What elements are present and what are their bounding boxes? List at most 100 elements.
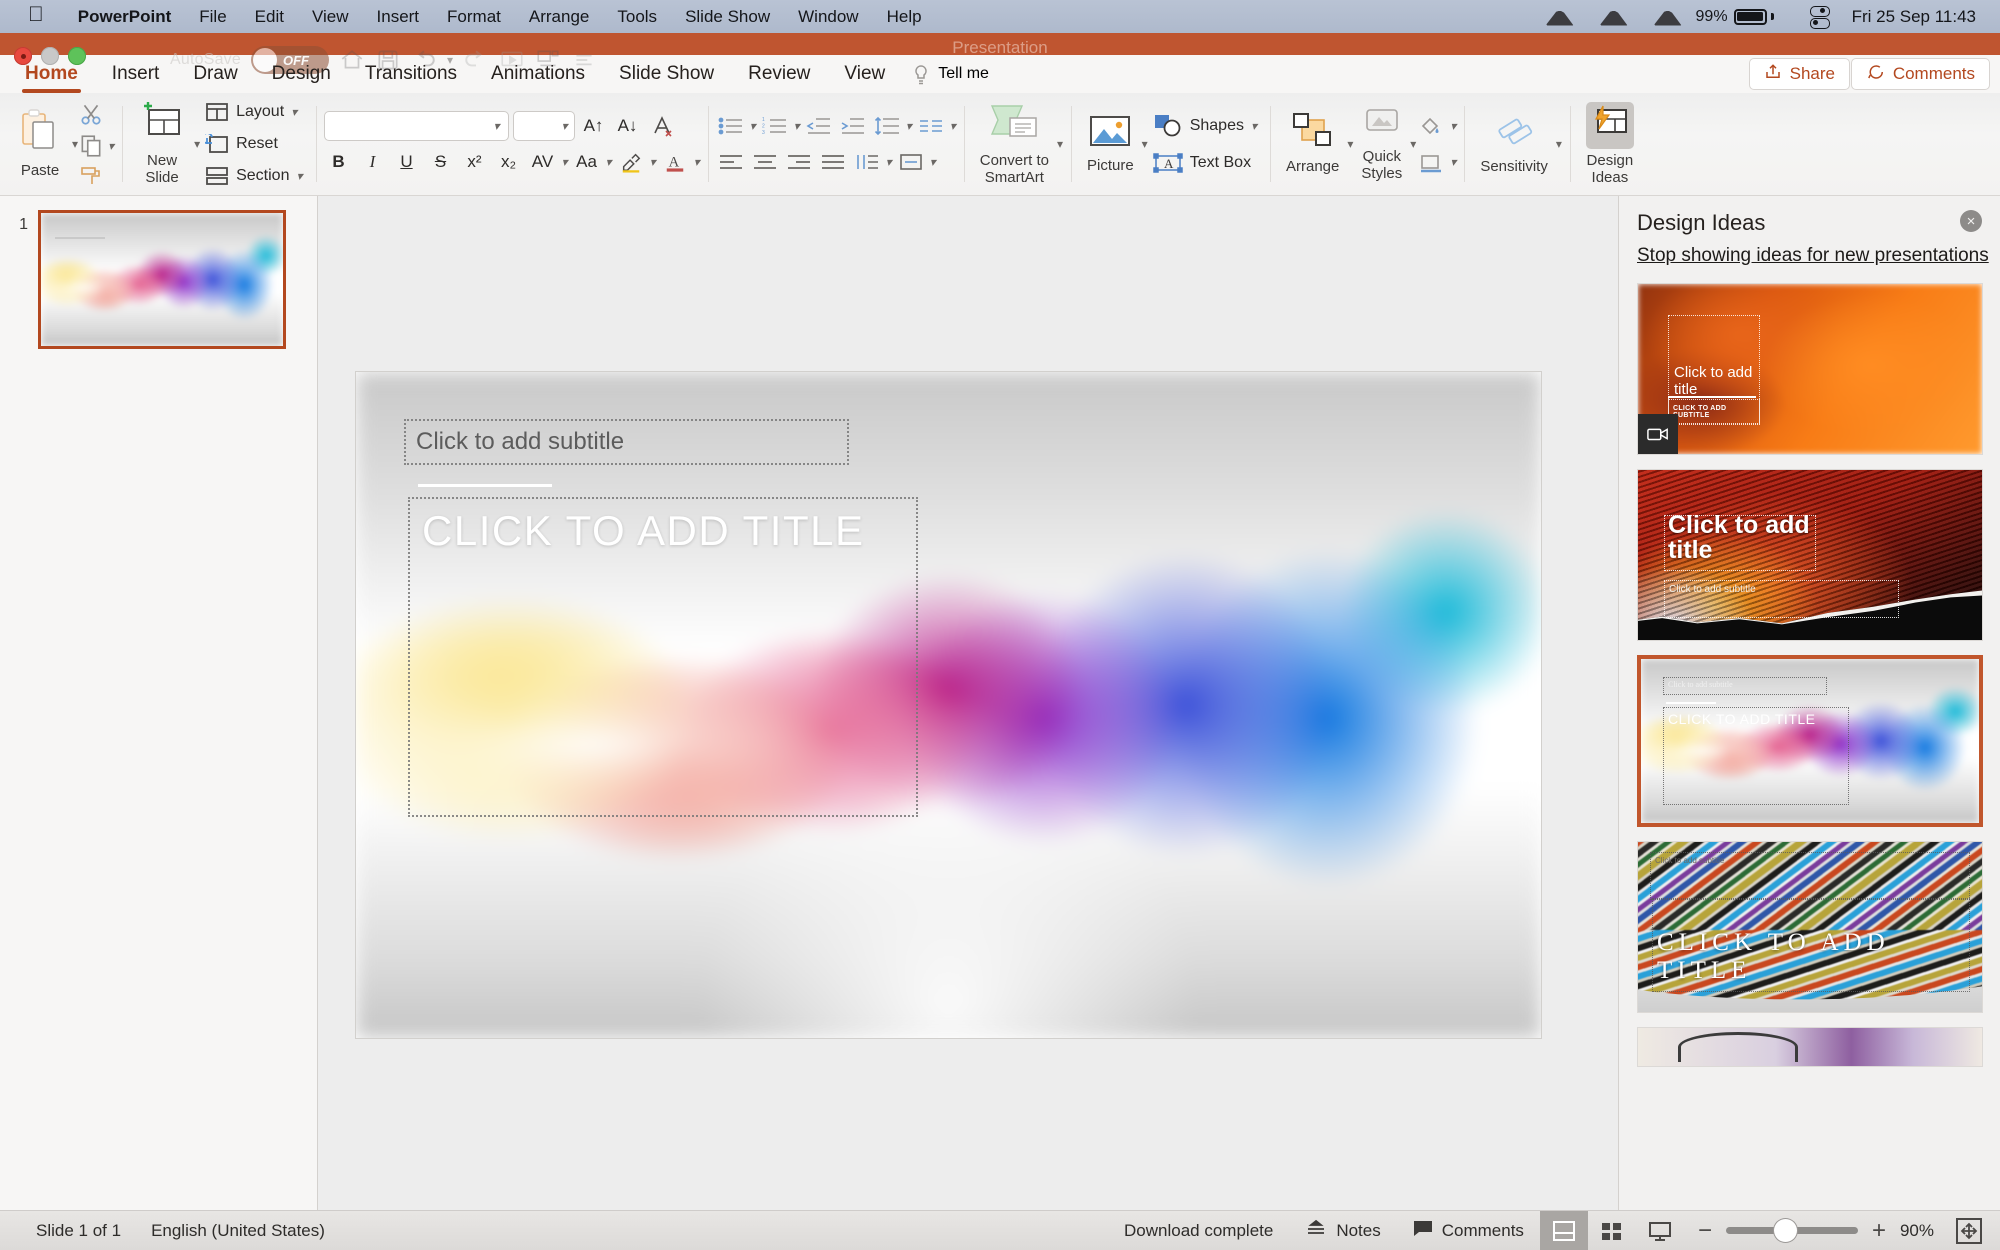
clear-formatting-button[interactable]	[647, 111, 677, 141]
line-spacing-dropdown-icon[interactable]: ▾	[906, 119, 912, 133]
underline-button[interactable]: U	[392, 147, 422, 177]
change-case-dropdown-icon[interactable]: ▾	[606, 155, 612, 169]
zoom-out-button[interactable]: −	[1698, 1218, 1712, 1243]
shapes-button[interactable]: Shapes ▾	[1148, 110, 1262, 142]
slide-thumbnail-pane[interactable]: 1	[0, 196, 318, 1210]
numbering-button[interactable]: 123	[760, 111, 790, 141]
design-idea-rainbow-gradient[interactable]: Click to add subtitle CLICK TO ADD TITLE	[1637, 655, 1983, 827]
text-direction-dropdown-icon[interactable]: ▾	[950, 119, 956, 133]
shapes-dropdown-icon[interactable]: ▾	[1251, 119, 1257, 133]
tab-review[interactable]: Review	[731, 55, 827, 93]
increase-font-size-button[interactable]: A↑	[579, 111, 609, 141]
font-size-dropdown-icon[interactable]: ▾	[561, 119, 567, 133]
increase-indent-button[interactable]	[838, 111, 868, 141]
align-right-button[interactable]	[784, 147, 814, 177]
design-idea-red-fibers[interactable]: Click to add title Click to add subtitle	[1637, 469, 1983, 641]
zoom-in-button[interactable]: +	[1872, 1218, 1886, 1243]
align-left-button[interactable]	[716, 147, 746, 177]
menu-item-insert[interactable]: Insert	[363, 7, 434, 27]
design-idea-color-ribbons[interactable]: Click to add subtitle CLICK TO ADD TITLE	[1637, 841, 1983, 1013]
align-center-button[interactable]	[750, 147, 780, 177]
copy-button[interactable]: ▾	[78, 133, 114, 159]
layout-dropdown-icon[interactable]: ▾	[291, 105, 297, 119]
tab-home[interactable]: Home	[8, 55, 95, 93]
font-color-dropdown-icon[interactable]: ▾	[694, 155, 700, 169]
bold-button[interactable]: B	[324, 147, 354, 177]
shape-outline-dropdown-icon[interactable]: ▾	[1450, 155, 1456, 169]
menu-item-view[interactable]: View	[298, 7, 363, 27]
section-dropdown-icon[interactable]: ▾	[296, 169, 302, 183]
font-size-input[interactable]: ▾	[512, 111, 575, 141]
menu-item-format[interactable]: Format	[433, 7, 515, 27]
tell-me-search[interactable]: Tell me	[912, 55, 989, 93]
subtitle-placeholder[interactable]: Click to add subtitle	[404, 419, 849, 465]
comments-status-button[interactable]: Comments	[1397, 1220, 1540, 1242]
thumbnail-slide-1[interactable]	[38, 210, 286, 349]
slide-count-label[interactable]: Slide 1 of 1	[36, 1221, 121, 1241]
bullets-button[interactable]	[716, 111, 746, 141]
character-spacing-dropdown-icon[interactable]: ▾	[562, 155, 568, 169]
menu-item-file[interactable]: File	[185, 7, 240, 27]
align-text-dropdown-icon[interactable]: ▾	[930, 155, 936, 169]
menu-item-tools[interactable]: Tools	[603, 7, 671, 27]
onedrive-icon-2[interactable]	[1600, 7, 1630, 27]
shape-fill-dropdown-icon[interactable]: ▾	[1450, 119, 1456, 133]
share-button[interactable]: Share	[1748, 58, 1850, 90]
menu-item-window[interactable]: Window	[784, 7, 872, 27]
decrease-indent-button[interactable]	[804, 111, 834, 141]
section-button[interactable]: Section ▾	[200, 163, 307, 189]
tab-slide-show[interactable]: Slide Show	[602, 55, 731, 93]
onedrive-icon-1[interactable]	[1546, 7, 1576, 27]
close-icon[interactable]: ×	[1960, 210, 1982, 232]
zoom-level-label[interactable]: 90%	[1900, 1221, 1934, 1241]
reset-button[interactable]: Reset	[200, 131, 307, 157]
font-name-dropdown-icon[interactable]: ▾	[493, 119, 499, 133]
paste-button[interactable]: Paste	[8, 108, 72, 179]
columns-dropdown-icon[interactable]: ▾	[886, 155, 892, 169]
cut-button[interactable]	[78, 101, 114, 127]
font-color-button[interactable]: A	[660, 147, 690, 177]
bullets-dropdown-icon[interactable]: ▾	[750, 119, 756, 133]
font-name-input[interactable]: ▾	[323, 111, 509, 141]
menubar-clock[interactable]: Fri 25 Sep 11:43	[1852, 7, 1976, 27]
tab-animations[interactable]: Animations	[474, 55, 602, 93]
format-painter-button[interactable]	[78, 165, 114, 187]
decrease-font-size-button[interactable]: A↓	[613, 111, 643, 141]
numbering-dropdown-icon[interactable]: ▾	[794, 119, 800, 133]
sensitivity-button[interactable]: Sensitivity	[1472, 112, 1556, 175]
tab-design[interactable]: Design	[255, 55, 348, 93]
sensitivity-dropdown-icon[interactable]: ▾	[1556, 137, 1562, 151]
character-spacing-button[interactable]: AV	[528, 147, 558, 177]
slide-canvas-area[interactable]: Click to add subtitle CLICK TO ADD TITLE	[318, 196, 1618, 1210]
apple-logo-icon[interactable]: 	[28, 3, 44, 27]
new-slide-button[interactable]: New Slide	[130, 101, 194, 187]
notes-button[interactable]: Notes	[1289, 1219, 1396, 1242]
quick-styles-button[interactable]: Quick Styles	[1353, 106, 1410, 183]
strikethrough-button[interactable]: S	[426, 147, 456, 177]
convert-to-smartart-button[interactable]: Convert to SmartArt	[972, 102, 1057, 187]
line-spacing-button[interactable]	[872, 111, 902, 141]
fit-to-window-button[interactable]	[1956, 1217, 1982, 1244]
tab-view[interactable]: View	[827, 55, 902, 93]
menu-item-arrange[interactable]: Arrange	[515, 7, 603, 27]
columns-button[interactable]	[852, 147, 882, 177]
align-text-button[interactable]	[896, 147, 926, 177]
control-center-icon[interactable]	[1808, 5, 1830, 29]
text-highlight-color-button[interactable]	[616, 147, 646, 177]
tab-transitions[interactable]: Transitions	[348, 55, 474, 93]
shape-fill-button[interactable]	[1416, 111, 1446, 141]
arrange-button[interactable]: Arrange	[1278, 112, 1347, 175]
smartart-dropdown-icon[interactable]: ▾	[1057, 137, 1063, 151]
text-box-button[interactable]: A Text Box	[1148, 148, 1262, 178]
tab-insert[interactable]: Insert	[95, 55, 177, 93]
normal-view-button[interactable]	[1539, 1210, 1588, 1250]
justify-button[interactable]	[818, 147, 848, 177]
slide-editor[interactable]: Click to add subtitle CLICK TO ADD TITLE	[356, 372, 1541, 1038]
slide-sorter-view-button[interactable]	[1588, 1211, 1636, 1250]
copy-dropdown-icon[interactable]: ▾	[108, 139, 114, 153]
design-idea-partial[interactable]	[1637, 1027, 1983, 1067]
design-ideas-button[interactable]: Design Ideas	[1578, 101, 1642, 187]
title-placeholder[interactable]: CLICK TO ADD TITLE	[408, 497, 918, 817]
menu-item-help[interactable]: Help	[873, 7, 936, 27]
picture-button[interactable]: Picture	[1079, 113, 1142, 174]
